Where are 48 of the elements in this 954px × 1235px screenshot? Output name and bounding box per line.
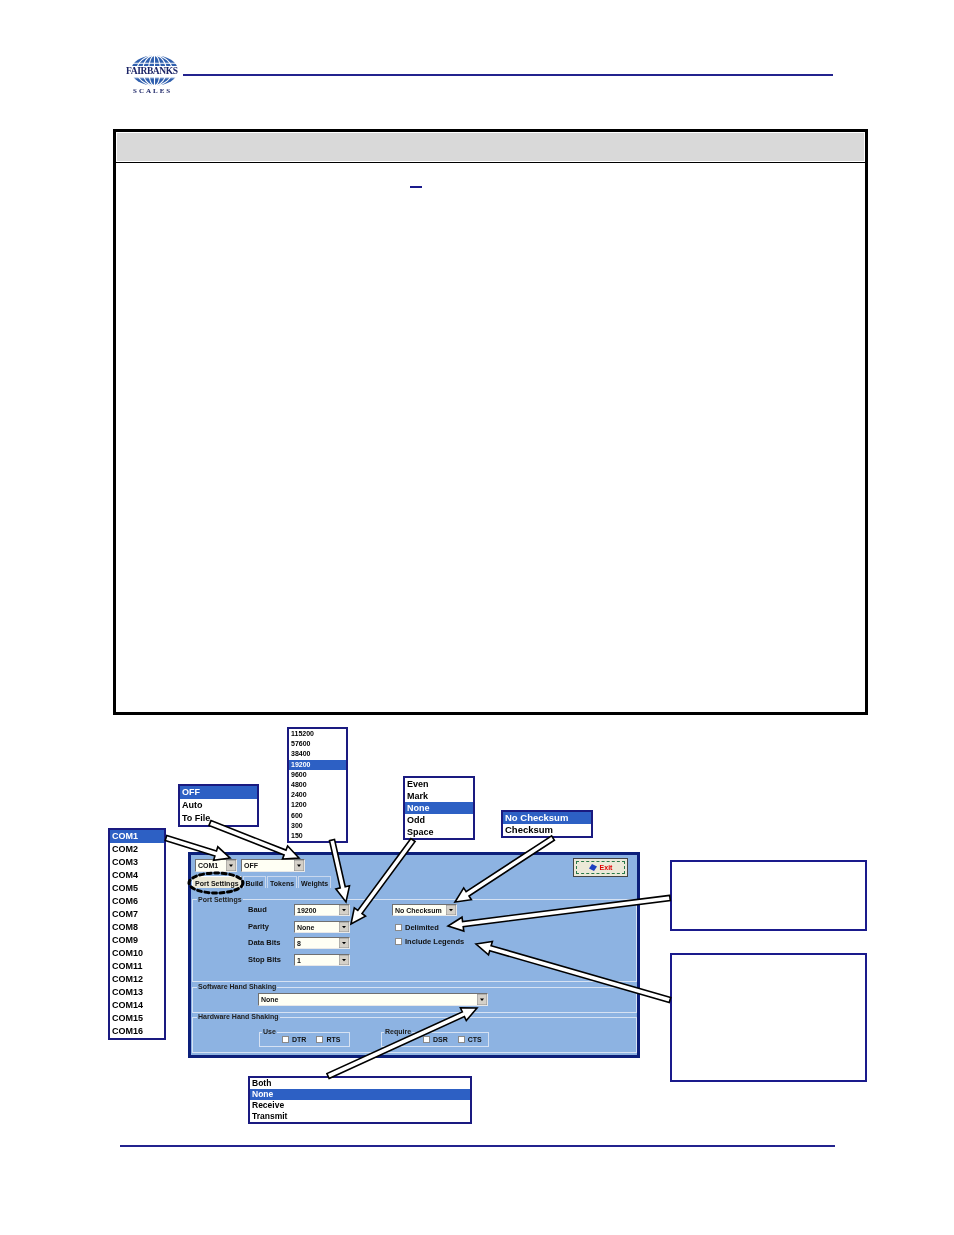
checkbox[interactable] xyxy=(316,1036,324,1043)
caret-icon xyxy=(446,905,456,915)
dash-icon xyxy=(410,186,422,188)
caret-icon xyxy=(339,921,349,932)
list-option[interactable]: OFF xyxy=(180,786,257,799)
checkbox[interactable] xyxy=(395,938,402,945)
list-option[interactable]: Checksum xyxy=(503,824,591,836)
logo-wordmark: FAIRBANKS xyxy=(125,66,179,77)
list-option[interactable]: Mark xyxy=(405,790,473,802)
list-option[interactable]: Transmit xyxy=(250,1111,470,1122)
caret-icon xyxy=(226,860,236,871)
list-option[interactable]: Auto xyxy=(180,799,257,812)
list-option[interactable]: None xyxy=(250,1089,470,1100)
caret-icon xyxy=(339,905,349,915)
list-option[interactable]: COM7 xyxy=(110,908,164,921)
list-option[interactable]: COM4 xyxy=(110,869,164,882)
checkbox[interactable] xyxy=(423,1036,430,1043)
list-option[interactable]: COM10 xyxy=(110,947,164,960)
caret-icon xyxy=(294,860,304,871)
list-option[interactable]: COM6 xyxy=(110,895,164,908)
list-option[interactable]: Odd xyxy=(405,814,473,826)
list-option[interactable]: None xyxy=(405,802,473,814)
list-option[interactable]: COM3 xyxy=(110,856,164,869)
diamond-icon xyxy=(588,864,597,871)
caret-icon xyxy=(339,954,349,965)
highlight-oval xyxy=(187,871,245,895)
list-option[interactable]: COM16 xyxy=(110,1025,164,1038)
list-option[interactable]: COM12 xyxy=(110,973,164,986)
caret-icon xyxy=(339,938,349,948)
list-option[interactable]: COM13 xyxy=(110,986,164,999)
caret-icon xyxy=(477,994,487,1005)
list-option[interactable]: Even xyxy=(405,778,473,790)
list-option[interactable]: Both xyxy=(250,1078,470,1089)
checkbox[interactable] xyxy=(395,924,402,931)
checkbox[interactable] xyxy=(457,1036,465,1043)
list-option[interactable]: COM8 xyxy=(110,921,164,934)
list-option[interactable]: To File xyxy=(180,812,257,825)
list-option[interactable]: COM11 xyxy=(110,960,164,973)
list-option[interactable]: COM5 xyxy=(110,882,164,895)
list-option[interactable]: No Checksum xyxy=(503,812,591,824)
list-option[interactable]: Receive xyxy=(250,1100,470,1111)
list-option[interactable]: COM14 xyxy=(110,999,164,1012)
list-option[interactable]: COM15 xyxy=(110,1012,164,1025)
list-option[interactable]: COM1 xyxy=(110,830,164,843)
list-option[interactable]: COM2 xyxy=(110,843,164,856)
checkbox[interactable] xyxy=(282,1036,289,1043)
list-option[interactable]: Space xyxy=(405,826,473,838)
list-option[interactable]: COM9 xyxy=(110,934,164,947)
